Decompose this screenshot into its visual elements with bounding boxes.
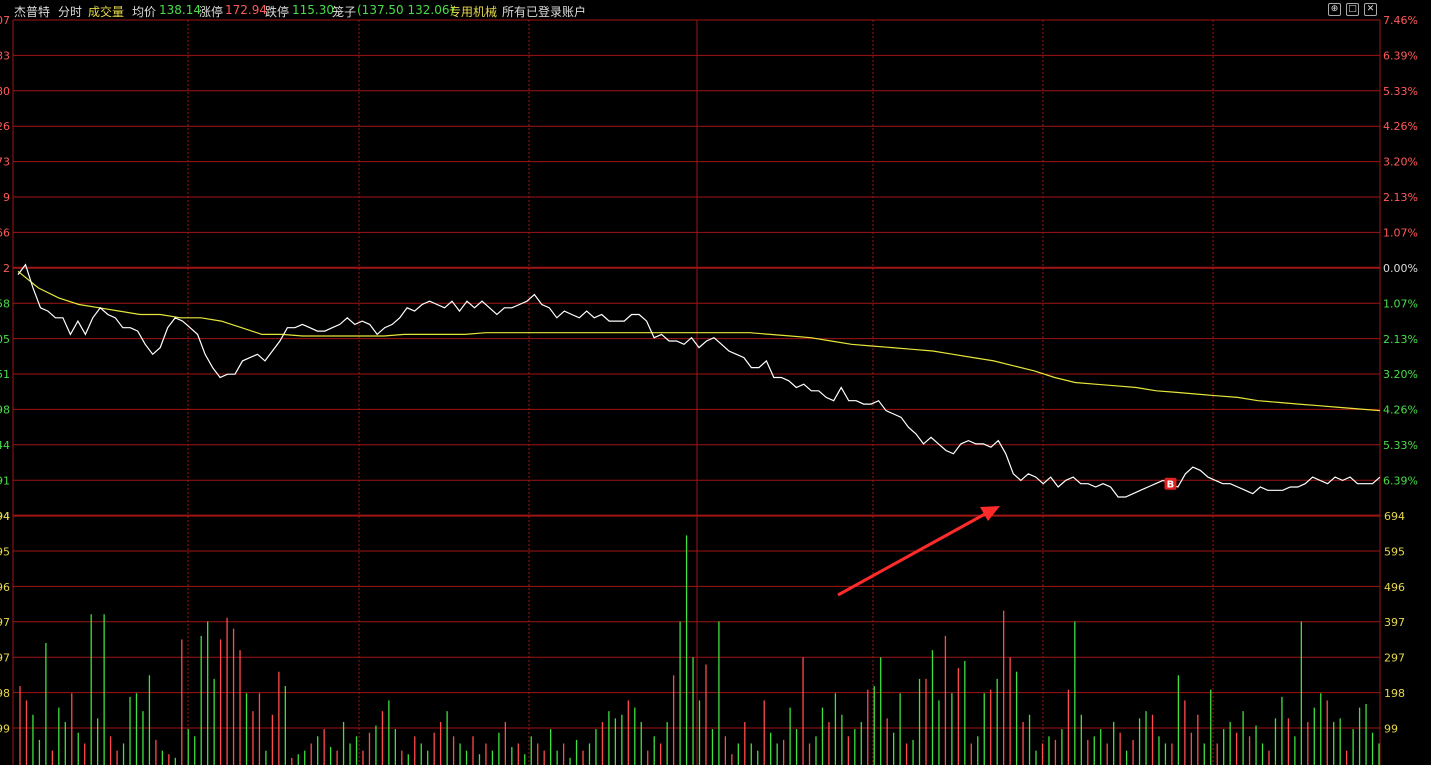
- volume-left-tick: 496: [0, 581, 10, 594]
- right-tick-label: 5.33%: [1383, 439, 1418, 452]
- left-tick-label: 44: [0, 439, 10, 452]
- left-tick-label: 73: [0, 156, 10, 169]
- timeshare-chart[interactable]: 0783802673966258055198449194694595496397…: [0, 0, 1431, 765]
- buy-marker[interactable]: B: [1164, 477, 1177, 491]
- right-tick-label: 3.20%: [1383, 156, 1418, 169]
- left-tick-label: 26: [0, 120, 10, 133]
- right-tick-label: 1.07%: [1383, 226, 1418, 239]
- right-axis: 7.46% 6.39% 5.33% 4.26% 3.20% 2.13% 1.07% 0.00%…: [1383, 14, 1418, 735]
- left-tick-label: 98: [0, 404, 10, 417]
- left-tick-label: 66: [0, 226, 10, 239]
- average-price-line: [17, 270, 1381, 412]
- volume-left-tick: 397: [0, 616, 10, 629]
- right-tick-label: 3.20%: [1383, 368, 1418, 381]
- left-tick-label: 51: [0, 368, 10, 381]
- arrow-shaft: [837, 512, 986, 597]
- left-tick-label: 2: [3, 262, 10, 275]
- volume-left-tick: 297: [0, 652, 10, 665]
- right-tick-label: 0.00%: [1383, 262, 1418, 275]
- right-tick-label: 7.46%: [1383, 14, 1418, 27]
- left-tick-label: 80: [0, 85, 10, 98]
- left-tick-label: 07: [0, 14, 10, 27]
- right-tick-label: 5.33%: [1383, 85, 1418, 98]
- price-line: [17, 263, 1381, 498]
- volume-left-tick: 99: [0, 722, 10, 735]
- right-tick-label: 6.39%: [1383, 49, 1418, 62]
- right-tick-label: 2.13%: [1383, 191, 1418, 204]
- volume-right-tick: 297: [1384, 652, 1405, 665]
- volume-right-tick: 397: [1384, 616, 1405, 629]
- left-tick-label: 05: [0, 333, 10, 346]
- left-tick-label: 9: [3, 191, 10, 204]
- left-tick-label: 58: [0, 297, 10, 310]
- volume-right-tick: 595: [1384, 545, 1405, 558]
- volume-right-tick: 694: [1384, 510, 1405, 523]
- volume-right-tick: 198: [1384, 687, 1405, 700]
- left-tick-label: 83: [0, 49, 10, 62]
- right-tick-label: 1.07%: [1383, 297, 1418, 310]
- right-tick-label: 2.13%: [1383, 333, 1418, 346]
- right-tick-label: 4.26%: [1383, 404, 1418, 417]
- volume-right-tick: 496: [1384, 581, 1405, 594]
- volume-right-tick: 99: [1384, 722, 1398, 735]
- volume-left-tick: 694: [0, 510, 10, 523]
- volume-left-tick: 198: [0, 687, 10, 700]
- right-tick-label: 4.26%: [1383, 120, 1418, 133]
- left-axis: 0783802673966258055198449194694595496397…: [0, 14, 10, 735]
- right-tick-label: 6.39%: [1383, 474, 1418, 487]
- volume-bars: [19, 535, 1380, 765]
- volume-left-tick: 595: [0, 545, 10, 558]
- buy-marker-label: B: [1167, 480, 1175, 491]
- left-tick-label: 91: [0, 474, 10, 487]
